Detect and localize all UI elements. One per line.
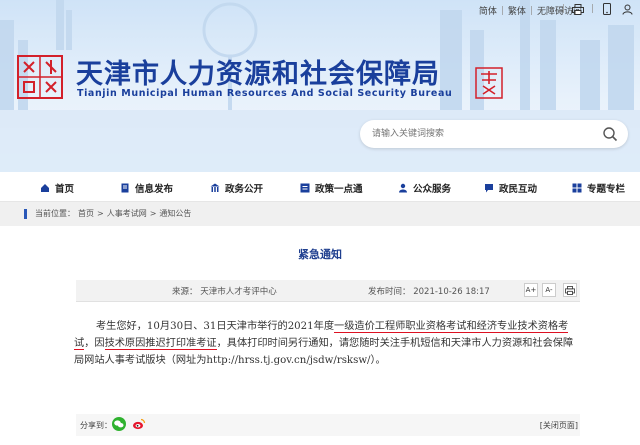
document-icon bbox=[121, 183, 129, 193]
policy-icon bbox=[300, 183, 310, 193]
breadcrumb-home[interactable]: 首页 bbox=[78, 208, 94, 219]
nav-label: 政民互动 bbox=[499, 184, 538, 195]
share-bar: 分享到： [关闭页面] bbox=[76, 414, 580, 436]
top-icons: | | bbox=[562, 3, 634, 15]
highlighted-text: 技术原因推迟打印准考证 bbox=[104, 338, 217, 350]
home-icon bbox=[41, 184, 49, 192]
wechat-icon[interactable] bbox=[112, 417, 126, 431]
search-box bbox=[360, 120, 628, 148]
nav-item-gov-affairs[interactable]: 政务公开 bbox=[210, 181, 263, 195]
breadcrumb-notices[interactable]: 通知公告 bbox=[159, 208, 191, 219]
source-label: 来源： bbox=[172, 287, 198, 297]
search-icon[interactable] bbox=[602, 126, 618, 142]
user-icon[interactable] bbox=[620, 3, 634, 15]
nav-item-home[interactable]: 首页 bbox=[40, 181, 74, 195]
site-title-english: Tianjin Municipal Human Resources And So… bbox=[77, 88, 453, 99]
chat-icon bbox=[485, 184, 493, 193]
body-text: 考生您好，10月30日、31日天津市举行的2021年度 bbox=[96, 321, 335, 332]
building-icon bbox=[210, 183, 220, 192]
main-nav: 首页 信息发布 政务公开 政策一点通 公众服务 政民互动 专题专栏 bbox=[0, 172, 640, 202]
nav-label: 信息发布 bbox=[135, 184, 174, 195]
search-input[interactable] bbox=[372, 126, 592, 142]
source-value: 天津市人才考评中心 bbox=[200, 287, 277, 297]
nav-label: 政策一点通 bbox=[315, 184, 363, 195]
print-button[interactable] bbox=[563, 283, 577, 297]
article-meta: 来源： 天津市人才考评中心 发布时间： 2021-10-26 18:17 A+ … bbox=[76, 280, 580, 302]
nav-item-policy[interactable]: 政策一点通 bbox=[300, 181, 363, 195]
font-decrease-button[interactable]: A- bbox=[542, 283, 556, 297]
divider: | bbox=[561, 4, 565, 14]
time-value: 2021-10-26 18:17 bbox=[413, 287, 490, 297]
divider: | bbox=[590, 4, 594, 14]
nav-label: 政务公开 bbox=[225, 184, 264, 195]
body-text: ，因 bbox=[84, 338, 105, 349]
simplified-chinese-link[interactable]: 简体 bbox=[479, 4, 497, 17]
article-body: 考生您好，10月30日、31日天津市举行的2021年度一级造价工程师职业资格考试… bbox=[74, 318, 582, 369]
breadcrumb-separator: > bbox=[97, 209, 104, 218]
divider: | bbox=[500, 5, 504, 16]
site-header: 简体 | 繁体 | 无障碍访问 | | 天津市人力资源和社会保障局 Tianji… bbox=[0, 0, 640, 172]
breadcrumb-bar: 当前位置： 首页 > 人事考试网 > 通知公告 bbox=[0, 202, 640, 226]
article-time: 发布时间： 2021-10-26 18:17 bbox=[368, 285, 490, 297]
font-increase-button[interactable]: A+ bbox=[524, 283, 538, 297]
bureau-seal-logo bbox=[17, 55, 63, 99]
nav-label: 专题专栏 bbox=[587, 184, 626, 195]
stamp-emblem bbox=[475, 67, 503, 99]
nav-item-info-release[interactable]: 信息发布 bbox=[120, 181, 173, 195]
breadcrumb-label: 当前位置： bbox=[35, 209, 75, 218]
print-icon[interactable] bbox=[571, 3, 585, 15]
share-label: 分享到： bbox=[80, 421, 112, 430]
traditional-chinese-link[interactable]: 繁体 bbox=[508, 4, 526, 17]
print-icon bbox=[565, 285, 575, 295]
breadcrumb-marker bbox=[24, 208, 27, 219]
grid-icon bbox=[572, 183, 582, 193]
divider: | bbox=[529, 5, 533, 16]
weibo-icon[interactable] bbox=[132, 417, 146, 431]
article-title: 紧急通知 bbox=[298, 248, 342, 261]
site-title: 天津市人力资源和社会保障局 bbox=[76, 59, 440, 90]
close-page-link[interactable]: [关闭页面] bbox=[540, 420, 578, 431]
breadcrumb-separator: > bbox=[149, 209, 157, 218]
nav-item-special-topics[interactable]: 专题专栏 bbox=[572, 181, 625, 195]
people-icon bbox=[399, 183, 407, 193]
nav-item-interaction[interactable]: 政民互动 bbox=[484, 181, 537, 195]
breadcrumb: 当前位置： 首页 > 人事考试网 > 通知公告 bbox=[24, 208, 191, 219]
mobile-icon[interactable] bbox=[600, 3, 614, 15]
time-label: 发布时间： bbox=[368, 287, 411, 297]
breadcrumb-exam[interactable]: 人事考试网 bbox=[107, 208, 147, 219]
nav-item-public-service[interactable]: 公众服务 bbox=[398, 181, 451, 195]
article-source: 来源： 天津市人才考评中心 bbox=[172, 285, 277, 297]
nav-label: 首页 bbox=[55, 184, 75, 195]
nav-label: 公众服务 bbox=[413, 184, 452, 195]
